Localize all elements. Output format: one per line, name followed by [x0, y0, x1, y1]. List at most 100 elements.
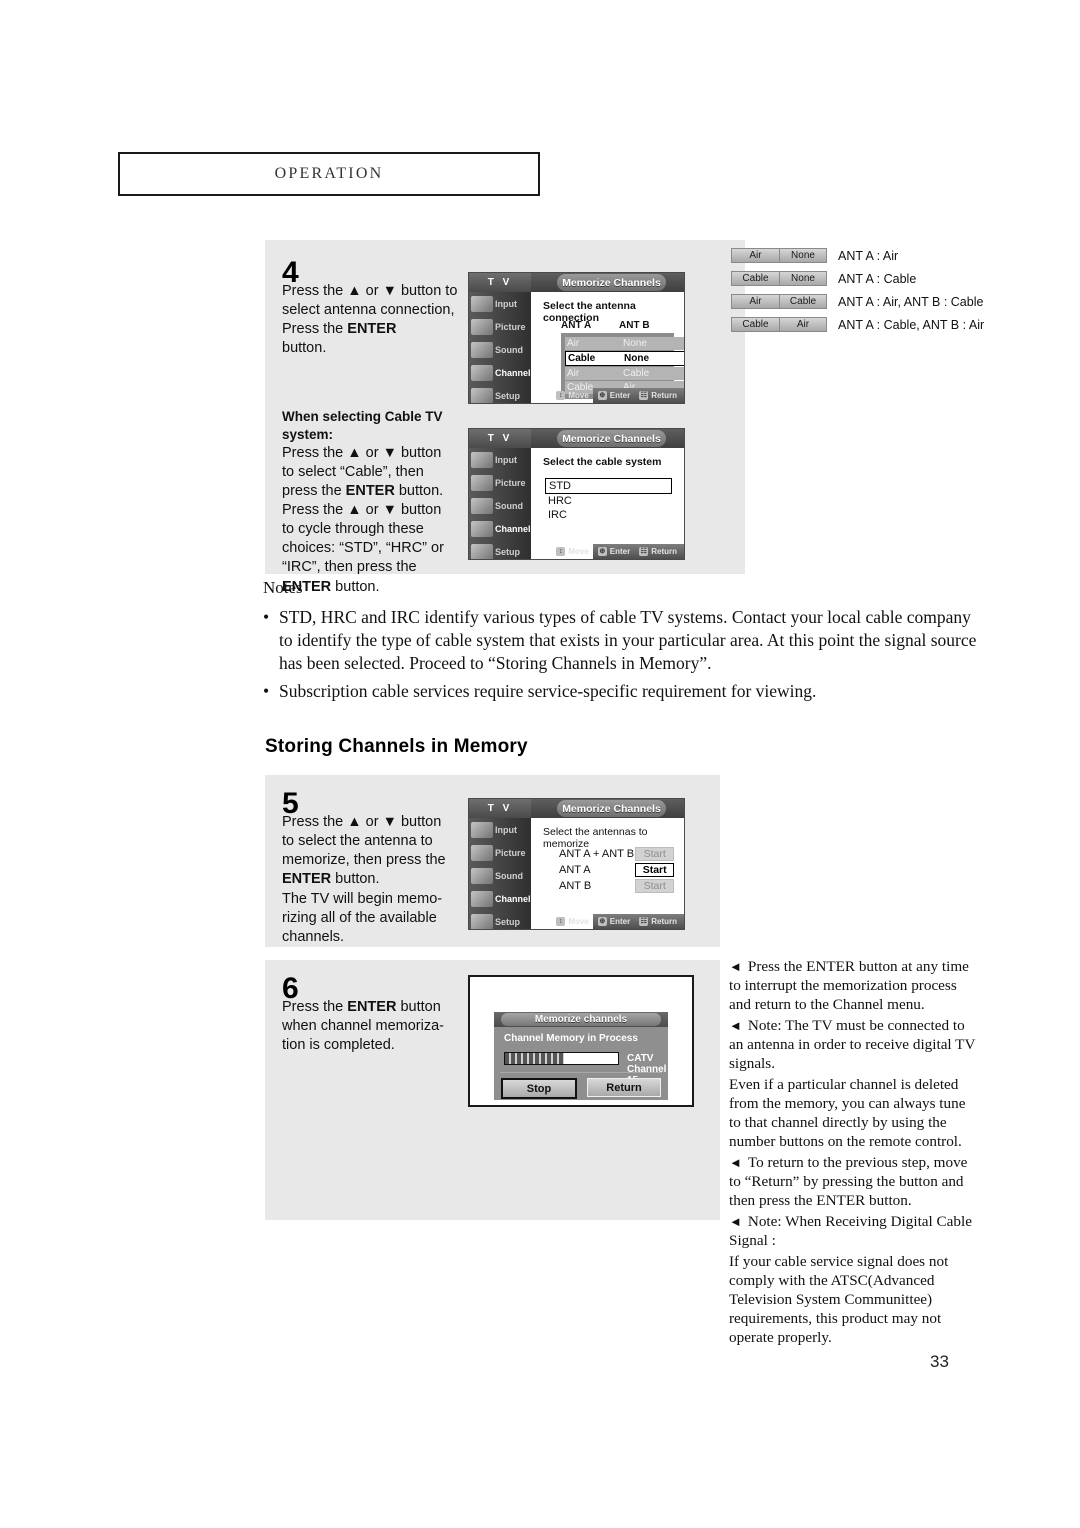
left-triangle-icon: ◄ [729, 1018, 742, 1033]
tv-sidebar: Input Picture Sound Channel Setup Guide [469, 818, 531, 929]
right-note: If your cable service signal does not co… [729, 1252, 981, 1347]
input-icon [471, 295, 493, 312]
sidebar-label: Input [495, 454, 517, 465]
step-6-line-1: when channel memoriza- [282, 1018, 444, 1035]
return-button[interactable]: Return [587, 1078, 661, 1097]
tv-titlebar: T V Memorize Channels [469, 799, 684, 818]
left-triangle-icon: ◄ [729, 959, 742, 974]
combo-description: ANT A : Cable, ANT B : Air [838, 317, 985, 332]
table-row[interactable]: Air None [565, 337, 684, 350]
sidebar-item-input[interactable]: Input [469, 292, 531, 315]
progress-dialog-buttons: Stop Return [494, 1078, 668, 1099]
tv-content: Select the antennas to memorize ANT A + … [531, 818, 684, 929]
step-5-line-1: to select the antenna to [282, 833, 433, 850]
step-5-line-2: memorize, then press the [282, 852, 446, 869]
step-4-text: Press the ▲ or ▼ button to select antenn… [282, 282, 487, 359]
sidebar-item-sound[interactable]: Sound [469, 338, 531, 361]
sidebar-item-setup[interactable]: Setup [469, 910, 531, 929]
col-header-ant-b: ANT B [619, 320, 650, 331]
right-note-text: Note: When Receiving Digital Cable Signa… [729, 1213, 972, 1249]
tv-menu-title: Memorize Channels [557, 274, 666, 291]
sidebar-label: Sound [495, 500, 523, 511]
list-item[interactable]: ANT A + ANT B Start [549, 846, 674, 861]
sidebar-item-input[interactable]: Input [469, 448, 531, 471]
right-note-text: Press the ENTER button at any time to in… [729, 958, 969, 1013]
hint-enter: ⊕ Enter [597, 547, 631, 556]
tv-menu-title: Memorize Channels [557, 430, 666, 447]
start-button[interactable]: Start [635, 878, 674, 893]
hint-move: ↕ Move [556, 391, 589, 400]
sidebar-item-channel[interactable]: Channel [469, 887, 531, 910]
start-button[interactable]: Start [635, 846, 674, 861]
enter-icon: ⊕ [597, 917, 607, 926]
sidebar-label: Channel [495, 523, 531, 534]
page-number: 33 [930, 1352, 949, 1371]
picture-icon [471, 318, 493, 335]
table-row[interactable]: Air Cable [565, 367, 684, 380]
sidebar-item-picture[interactable]: Picture [469, 471, 531, 494]
sidebar-label: Input [495, 824, 517, 835]
cell-ant-a: Air [567, 338, 580, 349]
cable-option-irc[interactable]: IRC [545, 508, 672, 522]
sidebar-item-picture[interactable]: Picture [469, 315, 531, 338]
step-4-line-0: Press the ▲ or ▼ button to [282, 283, 458, 299]
sound-icon [471, 867, 493, 884]
progress-dialog-title: Memorize channels [500, 1013, 662, 1026]
enter-icon: ⊕ [597, 391, 607, 400]
sidebar-item-setup[interactable]: Setup [469, 540, 531, 559]
sidebar-label: Input [495, 298, 517, 309]
tv-sidebar: Input Picture Sound Channel Setup Guide [469, 448, 531, 559]
right-note-text: Note: The TV must be connected to an ant… [729, 1017, 976, 1072]
tv-footer-hints: ↕ Move ⊕ Enter ☷ Return [556, 544, 684, 559]
table-row-selected[interactable]: Cable None [565, 351, 684, 366]
list-item-selected[interactable]: ANT A Start [549, 862, 674, 877]
stop-button[interactable]: Stop [501, 1078, 577, 1099]
list-item[interactable]: ANT B Start [549, 878, 674, 893]
tv-footer-hints: ↕ Move ⊕ Enter ☷ Return [556, 388, 684, 403]
tv-titlebar: T V Memorize Channels [469, 273, 684, 292]
hint-return: ☷ Return [639, 547, 677, 556]
sidebar-item-setup[interactable]: Setup [469, 384, 531, 403]
cable-option-hrc[interactable]: HRC [545, 494, 672, 508]
step-6-line-2: tion is completed. [282, 1037, 395, 1054]
sidebar-item-channel[interactable]: Channel [469, 361, 531, 384]
progress-bar [504, 1052, 619, 1065]
sidebar-label: Setup [495, 390, 521, 401]
hint-return: ☷ Return [639, 917, 677, 926]
picture-icon [471, 474, 493, 491]
input-icon [471, 821, 493, 838]
channel-icon [471, 364, 493, 381]
notes-block: Notes STD, HRC and IRC identify various … [263, 578, 983, 708]
step-6-panel: 6 Press the ENTER button when channel me… [265, 960, 720, 1220]
sound-icon [471, 497, 493, 514]
sidebar-item-picture[interactable]: Picture [469, 841, 531, 864]
start-button[interactable]: Start [635, 862, 674, 877]
swatch-ant-b: Cable [779, 294, 827, 309]
step-4-line-1: select antenna connection, [282, 302, 455, 319]
right-note: ◄ Press the ENTER button at any time to i… [729, 957, 981, 1014]
step-4-cable-line-5: choices: “STD”, “HRC” or [282, 540, 444, 557]
cable-option-std[interactable]: STD [545, 478, 672, 494]
hint-return: ☷ Return [639, 391, 677, 400]
notes-heading: Notes [263, 578, 303, 597]
progress-dialog-subtitle: Channel Memory in Process [504, 1033, 638, 1044]
sidebar-item-sound[interactable]: Sound [469, 864, 531, 887]
channel-icon [471, 520, 493, 537]
sidebar-item-input[interactable]: Input [469, 818, 531, 841]
progress-bar-fill [505, 1053, 564, 1064]
swatch-ant-a: Air [731, 294, 779, 309]
cell-ant-a: Cable [568, 353, 596, 364]
step-5-line-0: Press the ▲ or ▼ button [282, 814, 442, 830]
tv-logo: T V [469, 429, 531, 448]
list-item: Cable None ANT A : Cable [731, 270, 984, 287]
sidebar-label: Picture [495, 321, 526, 332]
divider [500, 1072, 662, 1073]
page-header-title: OPERATION [274, 165, 384, 182]
sidebar-item-channel[interactable]: Channel [469, 517, 531, 540]
sidebar-item-sound[interactable]: Sound [469, 494, 531, 517]
right-note: ◄ Note: When Receiving Digital Cable Sign… [729, 1212, 981, 1250]
tv-logo: T V [469, 273, 531, 292]
sidebar-label: Channel [495, 367, 531, 378]
tv-prompt: Select the cable system [543, 456, 662, 468]
step-4-cable-line-3: Press the ▲ or ▼ button [282, 502, 442, 518]
